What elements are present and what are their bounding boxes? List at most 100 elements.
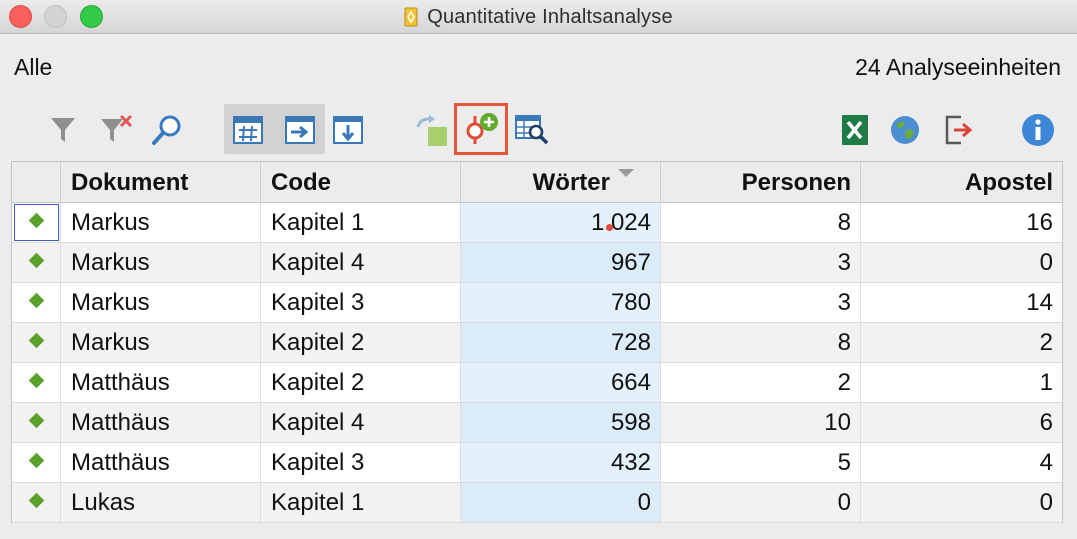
- column-header-marker: [12, 162, 61, 203]
- arrow-down-icon: [333, 116, 363, 144]
- cell-personen[interactable]: 10: [661, 403, 861, 442]
- cell-apostel[interactable]: 0: [861, 483, 1062, 522]
- cell-woerter[interactable]: 728: [461, 323, 661, 362]
- cell-woerter[interactable]: 1.024: [461, 203, 661, 242]
- cell-personen[interactable]: 8: [661, 203, 861, 242]
- cell-woerter[interactable]: 664: [461, 363, 661, 402]
- cell-code[interactable]: Kapitel 2: [261, 363, 461, 402]
- search-button[interactable]: [148, 106, 186, 154]
- cell-woerter[interactable]: 780: [461, 283, 661, 322]
- cell-personen[interactable]: 0: [661, 483, 861, 522]
- row-marker-cell[interactable]: [12, 203, 61, 242]
- frequency-table-button[interactable]: [229, 106, 267, 154]
- cell-apostel[interactable]: 0: [861, 243, 1062, 282]
- row-marker-cell[interactable]: [12, 443, 61, 482]
- title-wrap: Quantitative Inhaltsanalyse: [0, 0, 1077, 34]
- window-bottom: [0, 529, 1077, 539]
- table-row[interactable]: Lukas Kapitel 1000: [12, 483, 1062, 523]
- analysis-unit-count: 24 Analyseeinheiten: [855, 54, 1061, 80]
- cell-personen[interactable]: 8: [661, 323, 861, 362]
- arrow-right-icon: [285, 116, 315, 144]
- table-search-icon: [515, 115, 549, 145]
- row-marker-icon: [28, 492, 45, 509]
- cell-apostel[interactable]: 14: [861, 283, 1062, 322]
- sort-descending-icon: [618, 169, 634, 177]
- table-row[interactable]: Markus Kapitel 3 780 3 14: [12, 283, 1062, 323]
- cell-dokument[interactable]: Lukas: [61, 483, 261, 522]
- cell-dokument[interactable]: Matthäus: [61, 403, 261, 442]
- table-header: Dokument Code Wörter Personen Apostel: [12, 162, 1062, 203]
- cell-personen[interactable]: 3: [661, 243, 861, 282]
- table-row[interactable]: Markus Kapitel 2 728 8 2: [12, 323, 1062, 363]
- cell-apostel[interactable]: 4: [861, 443, 1062, 482]
- table-row[interactable]: Matthäus Kapitel 4 598 10 6: [12, 403, 1062, 443]
- cell-code[interactable]: Kapitel 1: [261, 203, 461, 242]
- cell-apostel[interactable]: 6: [861, 403, 1062, 442]
- title-bar: Quantitative Inhaltsanalyse: [0, 0, 1077, 34]
- table-row[interactable]: Matthäus Kapitel 2 664 2 1: [12, 363, 1062, 403]
- document-icon: [404, 7, 418, 27]
- export-button[interactable]: [939, 106, 977, 154]
- cell-dokument[interactable]: Matthäus: [61, 363, 261, 402]
- cell-dokument[interactable]: Markus: [61, 243, 261, 282]
- row-marker-cell[interactable]: [12, 283, 61, 322]
- cell-apostel[interactable]: 16: [861, 203, 1062, 242]
- cell-code[interactable]: Kapitel 2: [261, 323, 461, 362]
- row-marker-cell[interactable]: [12, 403, 61, 442]
- cell-woerter[interactable]: 967: [461, 243, 661, 282]
- add-code-highlight: [454, 103, 508, 155]
- web-export-button[interactable]: [886, 106, 924, 154]
- column-header-dokument[interactable]: Dokument: [61, 162, 261, 203]
- row-marker-cell[interactable]: [12, 483, 61, 522]
- window-title: Quantitative Inhaltsanalyse: [427, 5, 673, 28]
- cell-code[interactable]: Kapitel 3: [261, 283, 461, 322]
- column-header-woerter-label: Wörter: [532, 169, 610, 196]
- transfer-variable-icon: [416, 115, 447, 146]
- cell-woerter[interactable]: 598: [461, 403, 661, 442]
- column-header-personen[interactable]: Personen: [661, 162, 861, 203]
- excel-export-icon: [842, 115, 868, 145]
- cell-personen[interactable]: 2: [661, 363, 861, 402]
- frequency-table-icon: [233, 116, 263, 144]
- cell-dokument[interactable]: Markus: [61, 283, 261, 322]
- row-marker-icon: [28, 452, 45, 469]
- info-button[interactable]: [1018, 106, 1058, 154]
- cell-dokument[interactable]: Markus: [61, 323, 261, 362]
- cell-dokument[interactable]: Matthäus: [61, 443, 261, 482]
- table-row[interactable]: Matthäus Kapitel 3 432 5 4: [12, 443, 1062, 483]
- cell-code[interactable]: Kapitel 3: [261, 443, 461, 482]
- filter-label: Alle: [14, 54, 53, 80]
- row-marker-icon: [28, 412, 45, 429]
- cell-personen[interactable]: 3: [661, 283, 861, 322]
- column-header-code[interactable]: Code: [261, 162, 461, 203]
- cell-apostel[interactable]: 1: [861, 363, 1062, 402]
- cell-dokument[interactable]: Markus: [61, 203, 261, 242]
- cell-code[interactable]: Kapitel 1: [261, 483, 461, 522]
- column-header-woerter[interactable]: Wörter: [461, 162, 661, 203]
- row-marker-cell[interactable]: [12, 243, 61, 282]
- row-marker-icon: [28, 252, 45, 269]
- cell-code[interactable]: Kapitel 4: [261, 403, 461, 442]
- cell-code[interactable]: Kapitel 4: [261, 243, 461, 282]
- row-marker-icon: [28, 332, 45, 349]
- info-icon: [1022, 114, 1054, 146]
- table-search-button[interactable]: [512, 106, 552, 154]
- cell-woerter[interactable]: 432: [461, 443, 661, 482]
- excel-export-button[interactable]: [836, 106, 874, 154]
- clear-filter-button[interactable]: [99, 106, 135, 154]
- transfer-variable-button[interactable]: [412, 106, 452, 154]
- filter-button[interactable]: [46, 106, 80, 154]
- expand-right-button[interactable]: [281, 106, 319, 154]
- cell-woerter[interactable]: 0: [461, 483, 661, 522]
- cursor-dot-icon: [606, 224, 613, 231]
- row-marker-cell[interactable]: [12, 363, 61, 402]
- cell-apostel[interactable]: 2: [861, 323, 1062, 362]
- column-header-apostel[interactable]: Apostel: [861, 162, 1062, 203]
- globe-icon: [891, 116, 919, 144]
- export-icon: [945, 115, 973, 145]
- cell-personen[interactable]: 5: [661, 443, 861, 482]
- row-marker-cell[interactable]: [12, 323, 61, 362]
- table-row[interactable]: Markus Kapitel 4 967 3 0: [12, 243, 1062, 283]
- table-row[interactable]: Markus Kapitel 1 1.024 8 16: [12, 203, 1062, 243]
- expand-down-button[interactable]: [329, 106, 367, 154]
